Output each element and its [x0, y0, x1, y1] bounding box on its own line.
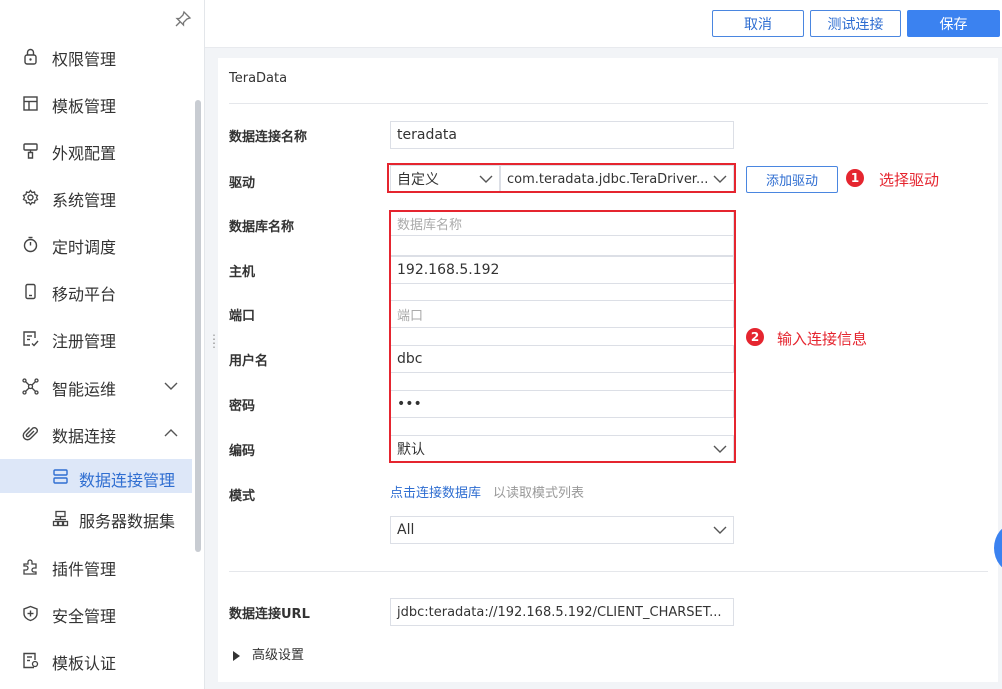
host-label: 主机	[229, 265, 256, 280]
sidebar-subitem-connection-management[interactable]: 数据连接管理	[0, 459, 192, 493]
annotation-badge-1: 1	[846, 169, 864, 187]
annotation-text-2: 输入连接信息	[777, 330, 868, 348]
annotation-box-connection-info	[389, 210, 736, 463]
driver-label: 驱动	[229, 176, 256, 191]
sidebar-item-label: 数据连接	[52, 427, 117, 446]
sidebar-item-label: 插件管理	[52, 560, 117, 579]
template-icon	[23, 96, 38, 111]
advanced-settings-toggle[interactable]: 高级设置	[233, 644, 304, 663]
sidebar-item-permission[interactable]: 权限管理	[0, 36, 192, 76]
annotation-text-1: 选择驱动	[879, 171, 940, 189]
shield-icon	[23, 605, 38, 622]
username-label: 用户名	[229, 354, 269, 369]
sidebar-subitem-server-dataset[interactable]: 服务器数据集	[0, 498, 192, 538]
divider	[229, 103, 988, 104]
sidebar-item-register[interactable]: 注册管理	[0, 318, 192, 358]
gear-icon	[22, 189, 39, 206]
connection-name-input[interactable]: teradata	[390, 121, 734, 149]
password-label: 密码	[229, 399, 256, 414]
sidebar-item-label: 定时调度	[52, 238, 117, 257]
save-button[interactable]: 保存	[907, 10, 1000, 37]
caret-right-icon	[233, 650, 240, 661]
sidebar-item-template-certification[interactable]: 模板认证	[0, 640, 192, 680]
schema-select[interactable]: All	[390, 516, 734, 544]
connect-database-link[interactable]: 点击连接数据库	[390, 482, 481, 501]
test-connection-button[interactable]: 测试连接	[810, 10, 901, 37]
schema-label: 模式	[229, 489, 256, 504]
paperclip-icon	[22, 427, 38, 441]
sidebar-item-data-connection[interactable]: 数据连接	[0, 413, 192, 453]
sidebar-item-label: 移动平台	[52, 285, 117, 304]
sidebar: 权限管理 模板管理 外观配置 系统管理 定时调度 移动平台 注册管理 智能运维 …	[0, 0, 205, 689]
sidebar-item-appearance[interactable]: 外观配置	[0, 130, 192, 170]
connection-name-label: 数据连接名称	[229, 130, 308, 145]
sidebar-subitem-label: 数据连接管理	[79, 471, 176, 490]
chevron-down-icon	[164, 382, 178, 390]
sidebar-item-ops[interactable]: 智能运维	[0, 366, 192, 406]
sidebar-item-label: 模板认证	[52, 654, 117, 673]
annotation-box-driver	[387, 163, 736, 193]
sidebar-item-template[interactable]: 模板管理	[0, 83, 192, 123]
advanced-settings-label: 高级设置	[252, 648, 305, 663]
schema-hint: 以读取模式列表	[493, 486, 585, 501]
connection-form-panel: TeraData 数据连接名称 teradata 驱动 自定义 com.tera…	[218, 58, 998, 682]
top-toolbar: 取消 测试连接 保存	[205, 0, 1002, 48]
database-type-title: TeraData	[229, 71, 288, 86]
divider	[229, 571, 988, 572]
sidebar-item-schedule[interactable]: 定时调度	[0, 224, 192, 264]
sidebar-item-label: 注册管理	[52, 332, 117, 351]
sidebar-item-system[interactable]: 系统管理	[0, 177, 192, 217]
sidebar-subitem-label: 服务器数据集	[79, 512, 176, 531]
database-name-label: 数据库名称	[229, 220, 295, 235]
register-icon	[23, 331, 39, 347]
connection-url-input[interactable]: jdbc:teradata://192.168.5.192/CLIENT_CHA…	[390, 598, 734, 626]
sidebar-item-label: 系统管理	[52, 191, 117, 210]
mobile-icon	[25, 283, 36, 300]
lock-icon	[24, 48, 37, 65]
sidebar-item-label: 权限管理	[52, 50, 117, 69]
sidebar-item-label: 智能运维	[52, 380, 117, 399]
server-dataset-icon	[52, 510, 69, 527]
sidebar-item-plugins[interactable]: 插件管理	[0, 546, 192, 586]
resize-handle[interactable]: ⋮ ⋮	[208, 333, 220, 353]
chevron-up-icon	[164, 429, 178, 437]
cancel-button[interactable]: 取消	[712, 10, 804, 37]
pin-icon[interactable]	[174, 10, 192, 28]
sidebar-item-security[interactable]: 安全管理	[0, 593, 192, 633]
sidebar-item-label: 外观配置	[52, 144, 117, 163]
sidebar-item-mobile[interactable]: 移动平台	[0, 271, 192, 311]
chevron-down-icon	[713, 526, 727, 534]
schema-value: All	[397, 522, 415, 538]
brush-icon	[23, 143, 38, 159]
nodes-icon	[22, 378, 39, 395]
port-label: 端口	[229, 309, 256, 324]
puzzle-icon	[23, 559, 37, 575]
connection-url-label: 数据连接URL	[229, 607, 310, 622]
sidebar-scrollbar[interactable]	[195, 100, 201, 552]
add-driver-button[interactable]: 添加驱动	[746, 166, 838, 193]
timer-icon	[23, 236, 38, 253]
encoding-label: 编码	[229, 444, 256, 459]
sidebar-item-label: 安全管理	[52, 607, 117, 626]
certificate-icon	[23, 652, 39, 669]
sidebar-item-label: 模板管理	[52, 97, 117, 116]
db-manage-icon	[53, 469, 68, 484]
annotation-badge-2: 2	[746, 328, 764, 346]
